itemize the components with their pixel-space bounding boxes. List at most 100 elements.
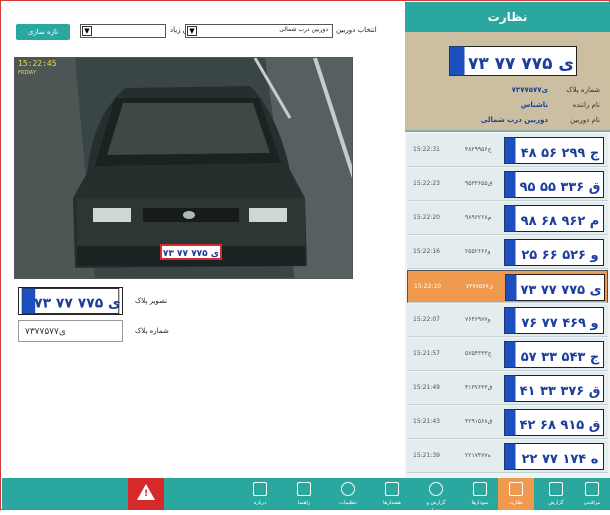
- list-item[interactable]: 15:21:49 ۴۱ق۳۷۶۳۳ ۴۱ ق ۳۷۶ ۳۳: [407, 372, 608, 405]
- backup-icon: [429, 482, 443, 496]
- nav-about[interactable]: درباره: [242, 478, 278, 510]
- monitor-panel: نظارت ۷۳ ی ۷۷۵ ۷۷ شماره پلاک ۷۳ی۷۷۵۷۷ نا…: [405, 2, 610, 478]
- nav-label: راهنما: [297, 500, 311, 506]
- svg-text:۵۷ ج ۵۴۳ ۳۳: ۵۷ ج ۵۴۳ ۳۳: [521, 350, 600, 365]
- chevron-down-icon[interactable]: ▼: [187, 26, 197, 36]
- nav-label: نمودارها: [471, 500, 489, 506]
- app-window: تازه سازی ▼ سرعت پخش زیاد ▼ دوربین درب ش…: [0, 0, 610, 514]
- detail-value: دوربین درب شمالی: [480, 116, 548, 124]
- nav-label: هشدارها: [383, 500, 401, 506]
- record-code: ۹۵ق۳۳۶۵۵: [465, 180, 493, 187]
- monitor-icon: [509, 482, 523, 496]
- record-plate: ۴۸ ج ۲۹۹ ۵۶: [504, 137, 604, 164]
- record-plate: ۷۶ و ۴۶۹ ۷۷: [504, 307, 604, 334]
- detected-plate-text: ۷۳ ی ۷۷۵ ۷۷: [163, 249, 219, 259]
- detail-row-driver: نام راننده ناشناس: [405, 101, 610, 115]
- chevron-down-icon[interactable]: ▼: [82, 26, 92, 36]
- svg-text:۷۶ و ۴۶۹ ۷۷: ۷۶ و ۴۶۹ ۷۷: [521, 316, 598, 331]
- record-plate: ۲۵ و ۵۲۶ ۶۶: [504, 239, 604, 266]
- record-code: ۷۶و۴۶۹۷۷: [465, 316, 491, 323]
- detail-value: ناشناس: [520, 101, 548, 109]
- record-plate: ۹۸ م ۹۶۲ ۶۸: [504, 205, 604, 232]
- detail-plate: ۷۳ ی ۷۷۵ ۷۷: [449, 46, 577, 76]
- svg-text:۴۲ ق ۹۱۵ ۶۸: ۴۲ ق ۹۱۵ ۶۸: [520, 418, 601, 433]
- speed-select[interactable]: ▼: [80, 24, 166, 38]
- camera-timestamp: 15:22:45 FRIDAY: [18, 59, 57, 77]
- record-plate: ۲۲ ه ۱۷۴ ۷۷: [504, 443, 604, 470]
- camera-toolbar: تازه سازی ▼ سرعت پخش زیاد ▼ دوربین درب ش…: [12, 10, 398, 40]
- nav-settings[interactable]: تنظیمات: [330, 478, 366, 510]
- detail-plate-text: ۷۳ ی ۷۷۵ ۷۷: [468, 54, 574, 74]
- record-time: 15:22:16: [413, 248, 440, 255]
- list-item[interactable]: 15:21:39 ۲۲ه۱۷۴۷۷ ۲۲ ه ۱۷۴ ۷۷: [407, 440, 608, 473]
- record-time: 15:21:57: [413, 350, 440, 357]
- svg-text:۹۸ م ۹۶۲ ۶۸: ۹۸ م ۹۶۲ ۶۸: [521, 214, 600, 229]
- record-time: 15:22:10: [414, 283, 441, 290]
- record-code: ۴۲ق۹۱۵۶۸: [465, 418, 493, 425]
- plate-number-field[interactable]: ۷۳ی۷۷۵۷۷: [18, 320, 123, 342]
- detail-key: نام راننده: [572, 101, 600, 109]
- nav-report[interactable]: گزارش: [538, 478, 574, 510]
- nav-monitor[interactable]: نظارت: [498, 478, 534, 510]
- panel-title: نظارت: [405, 2, 610, 32]
- svg-text:۲۲ ه ۱۷۴ ۷۷: ۲۲ ه ۱۷۴ ۷۷: [522, 452, 599, 467]
- record-code: ۲۵و۵۲۶۶۶: [465, 248, 491, 255]
- alert-button[interactable]: !: [128, 478, 164, 510]
- record-plate: ۹۵ ق ۳۳۶ ۵۵: [504, 171, 604, 198]
- detail-key: شماره پلاک: [566, 86, 600, 94]
- record-code: ۷۳ی۷۷۵۷۷: [466, 283, 494, 290]
- svg-text:۹۵ ق ۳۳۶ ۵۵: ۹۵ ق ۳۳۶ ۵۵: [520, 180, 601, 195]
- nav-alarms[interactable]: هشدارها: [374, 478, 410, 510]
- record-code: ۵۷ج۵۴۳۳۳: [465, 350, 492, 357]
- camera-select-value: دوربین درب شمالی: [279, 26, 328, 33]
- nav-label: درباره: [253, 500, 267, 506]
- list-item[interactable]: 15:22:07 ۷۶و۴۶۹۷۷ ۷۶ و ۴۶۹ ۷۷: [407, 304, 608, 337]
- camera-select[interactable]: ▼ دوربین درب شمالی: [185, 24, 333, 38]
- nav-edit[interactable]: مراقبتی: [574, 478, 610, 510]
- list-item[interactable]: 15:21:43 ۴۲ق۹۱۵۶۸ ۴۲ ق ۹۱۵ ۶۸: [407, 406, 608, 439]
- list-item[interactable]: 15:22:31 ۴۸ج۲۹۹۵۶ ۴۸ ج ۲۹۹ ۵۶: [407, 134, 608, 167]
- record-time: 15:22:23: [413, 180, 440, 187]
- record-code: ۴۱ق۳۷۶۳۳: [465, 384, 493, 391]
- nav-help[interactable]: راهنما: [286, 478, 322, 510]
- about-icon: [253, 482, 267, 496]
- nav-backup[interactable]: گزارش و پشتیبان: [418, 478, 454, 514]
- charts-icon: [473, 482, 487, 496]
- record-time: 15:21:49: [413, 384, 440, 391]
- detail-row-plate: شماره پلاک ۷۳ی۷۷۵۷۷: [405, 86, 610, 100]
- nav-label: گزارش: [548, 500, 564, 506]
- camera-feed: 15:22:45 FRIDAY ۷۳ ی ۷۷۵ ۷۷: [14, 57, 353, 279]
- report-icon: [549, 482, 563, 496]
- svg-text:۴۱ ق ۳۷۶ ۳۳: ۴۱ ق ۳۷۶ ۳۳: [520, 384, 601, 399]
- plate-number-label: شماره پلاک: [135, 327, 169, 335]
- record-plate: ۵۷ ج ۵۴۳ ۳۳: [504, 341, 604, 368]
- video-pane: تازه سازی ▼ سرعت پخش زیاد ▼ دوربین درب ش…: [2, 2, 405, 478]
- settings-icon: [341, 482, 355, 496]
- record-plate: ۴۱ ق ۳۷۶ ۳۳: [504, 375, 604, 402]
- nav-label: نظارت: [508, 500, 524, 506]
- camera-label: انتخاب دوربین: [336, 26, 377, 34]
- record-code: ۴۸ج۲۹۹۵۶: [465, 146, 492, 153]
- plate-image-label: تصویر پلاک: [135, 297, 168, 305]
- list-item[interactable]: 15:22:23 ۹۵ق۳۳۶۵۵ ۹۵ ق ۳۳۶ ۵۵: [407, 168, 608, 201]
- list-item-selected[interactable]: 15:22:10 ۷۳ی۷۷۵۷۷ ۷۳ ی ۷۷۵ ۷۷: [407, 270, 608, 303]
- list-item[interactable]: 15:22:16 ۲۵و۵۲۶۶۶ ۲۵ و ۵۲۶ ۶۶: [407, 236, 608, 269]
- detail-key: نام دوربین: [570, 116, 600, 124]
- edit-icon: [585, 482, 599, 496]
- svg-text:۴۸ ج ۲۹۹ ۵۶: ۴۸ ج ۲۹۹ ۵۶: [521, 146, 600, 161]
- record-time: 15:21:39: [413, 452, 440, 459]
- plate-image-svg: ۷۳ ی ۷۷۵ ۷۷: [21, 288, 121, 314]
- nav-label: تنظیمات: [339, 500, 357, 506]
- record-time: 15:21:43: [413, 418, 440, 425]
- svg-text:۷۳ ی ۷۷۵ ۷۷: ۷۳ ی ۷۷۵ ۷۷: [520, 283, 601, 298]
- list-item[interactable]: 15:22:20 ۹۸م۹۶۲۶۸ ۹۸ م ۹۶۲ ۶۸: [407, 202, 608, 235]
- refresh-button[interactable]: تازه سازی: [16, 24, 70, 40]
- plate-image: ۷۳ ی ۷۷۵ ۷۷: [18, 287, 123, 315]
- detail-row-camera: نام دوربین دوربین درب شمالی: [405, 116, 610, 130]
- nav-label: گزارش و پشتیبان: [426, 500, 446, 514]
- svg-text:۲۵ و ۵۲۶ ۶۶: ۲۵ و ۵۲۶ ۶۶: [521, 248, 598, 263]
- record-plate: ۷۳ ی ۷۷۵ ۷۷: [505, 274, 605, 301]
- plate-image-text: ۷۳ ی ۷۷۵ ۷۷: [34, 296, 121, 312]
- list-item[interactable]: 15:21:57 ۵۷ج۵۴۳۳۳ ۵۷ ج ۵۴۳ ۳۳: [407, 338, 608, 371]
- nav-charts[interactable]: نمودارها: [462, 478, 498, 510]
